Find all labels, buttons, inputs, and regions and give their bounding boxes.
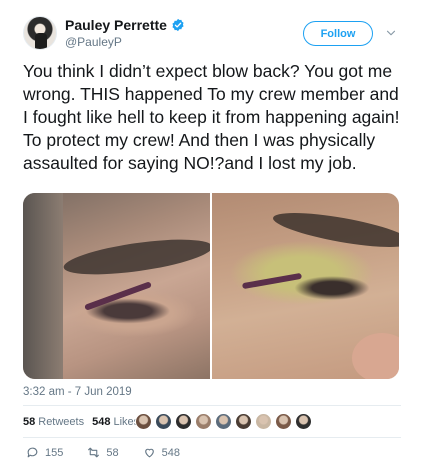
author-display-name[interactable]: Pauley Perrette	[65, 17, 167, 33]
likes-stat[interactable]: 548 Likes	[92, 416, 139, 428]
liker-avatar[interactable]	[135, 413, 152, 430]
media-photo-1[interactable]	[23, 193, 210, 379]
avatar[interactable]	[23, 16, 57, 50]
liker-avatar[interactable]	[175, 413, 192, 430]
engagement-stats: 58 Retweets 548 Likes	[23, 412, 147, 432]
liker-avatar[interactable]	[255, 413, 272, 430]
tweet-media[interactable]	[23, 193, 399, 379]
retweets-stat-label: Retweets	[38, 416, 85, 428]
liker-avatar[interactable]	[235, 413, 252, 430]
verified-badge-icon	[172, 18, 184, 32]
liker-avatar[interactable]	[215, 413, 232, 430]
like-count: 548	[161, 446, 180, 459]
media-photo-2[interactable]	[212, 193, 399, 379]
retweet-icon	[88, 447, 100, 458]
like-button[interactable]: 548	[143, 446, 180, 459]
reply-button[interactable]: 155	[26, 446, 63, 459]
tweet-actions: 155 58 548	[26, 446, 204, 459]
retweets-stat-count: 58	[23, 416, 36, 428]
retweet-count: 58	[106, 446, 119, 459]
chevron-down-icon[interactable]	[384, 26, 398, 40]
reply-count: 155	[45, 446, 64, 459]
tweet-timestamp[interactable]: 3:32 am - 7 Jun 2019	[23, 386, 132, 398]
author-handle[interactable]: @PauleyP	[65, 35, 185, 49]
liker-avatars	[135, 413, 312, 430]
author-names[interactable]: Pauley Perrette @PauleyP	[65, 17, 185, 49]
likes-stat-count: 548	[92, 416, 111, 428]
tweet-header: Pauley Perrette @PauleyP Follow	[23, 16, 403, 52]
retweet-button[interactable]: 58	[87, 446, 119, 459]
liker-avatar[interactable]	[295, 413, 312, 430]
heart-icon	[144, 448, 154, 458]
tweet-text: You think I didn’t expect blow back? You…	[23, 61, 400, 173]
reply-icon	[27, 447, 38, 458]
divider	[23, 437, 401, 438]
liker-avatar[interactable]	[275, 413, 292, 430]
liker-avatar[interactable]	[195, 413, 212, 430]
author-display-name-row[interactable]: Pauley Perrette	[65, 17, 185, 33]
liker-avatar[interactable]	[155, 413, 172, 430]
retweets-stat[interactable]: 58 Retweets	[23, 416, 84, 428]
divider	[23, 405, 401, 406]
follow-button[interactable]: Follow	[303, 21, 373, 46]
